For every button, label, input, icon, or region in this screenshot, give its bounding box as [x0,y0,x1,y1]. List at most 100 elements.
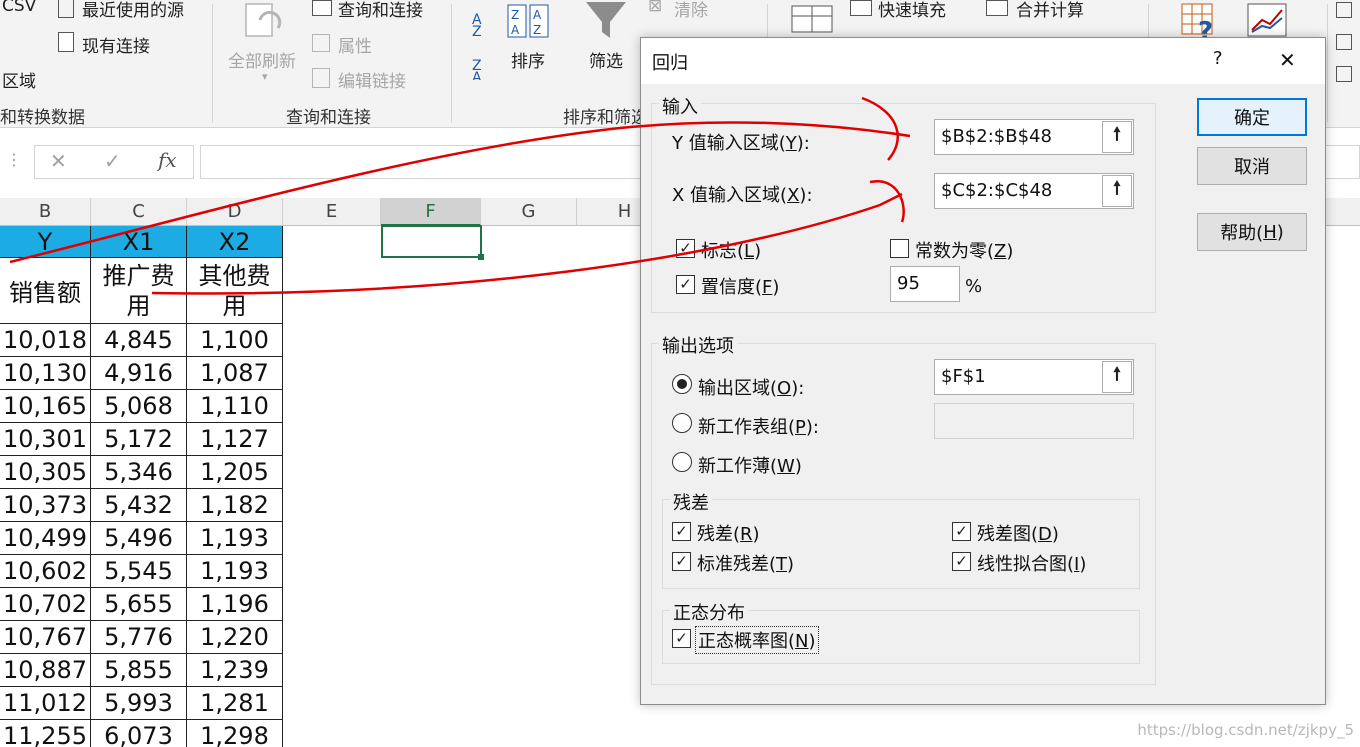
group-label-queries: 查询和连接 [286,108,371,128]
dialog-titlebar[interactable]: 回归 ? ✕ [641,38,1325,84]
what-if-analysis-icon[interactable]: ? [1180,2,1224,42]
column-header-g[interactable]: G [481,198,577,226]
queries-connections-button[interactable]: 查询和连接 [338,0,423,21]
output-range-picker[interactable]: 🠕 [1102,361,1132,393]
other-cost-cell[interactable]: 1,193 [187,522,283,555]
header-cell-y[interactable]: Y [0,226,91,258]
column-header-e[interactable]: E [283,198,381,226]
sales-cell[interactable]: 10,767 [0,621,91,654]
residual-plots-checkbox[interactable]: ✓ [952,522,971,541]
promo-cost-cell[interactable]: 5,172 [91,423,187,456]
sales-cell[interactable]: 10,301 [0,423,91,456]
column-header-b[interactable]: B [0,198,91,226]
promo-cost-cell[interactable]: 5,346 [91,456,187,489]
output-range-radio[interactable] [672,374,692,394]
properties-button[interactable]: 属性 [338,32,372,57]
existing-connections-button[interactable]: 现有连接 [82,32,150,57]
edit-links-button[interactable]: 编辑链接 [338,67,406,92]
confidence-checkbox[interactable]: ✓ [676,275,695,294]
other-cost-cell[interactable]: 1,196 [187,588,283,621]
new-workbook-radio[interactable] [672,452,692,472]
confirm-entry-button[interactable]: ✓ [104,149,121,173]
header-cell-x2[interactable]: X2 [187,226,283,258]
fill-handle[interactable] [478,254,484,260]
ribbon-separator [451,4,452,122]
sales-cell[interactable]: 10,305 [0,456,91,489]
confidence-input[interactable]: 95 [890,266,960,302]
sort-button[interactable]: 排序 [511,47,545,72]
ok-button[interactable]: 确定 [1197,98,1307,136]
flash-fill-button[interactable]: 快速填充 [878,0,946,21]
refresh-all-button[interactable]: 全部刷新 [228,47,296,72]
labels-checkbox[interactable]: ✓ [676,239,695,258]
promo-cost-cell[interactable]: 6,073 [91,720,187,747]
promo-cost-cell[interactable]: 5,776 [91,621,187,654]
other-cost-cell[interactable]: 1,281 [187,687,283,720]
sales-cell[interactable]: 10,602 [0,555,91,588]
promo-cost-cell[interactable]: 5,655 [91,588,187,621]
active-cell-f2[interactable] [381,225,482,258]
sales-cell[interactable]: 10,130 [0,357,91,390]
sales-cell[interactable]: 10,887 [0,654,91,687]
group-icon[interactable] [1336,2,1352,18]
from-range-button[interactable]: 区域 [2,67,36,92]
other-cost-cell[interactable]: 1,205 [187,456,283,489]
promo-cost-cell[interactable]: 5,496 [91,522,187,555]
help-icon[interactable]: ? [1213,48,1223,69]
sort-az-icon[interactable]: A Z Z A [470,4,494,80]
other-cost-cell[interactable]: 1,110 [187,390,283,423]
recent-sources-icon [58,0,74,18]
help-button[interactable]: 帮助(H) [1197,213,1307,251]
insert-function-button[interactable]: fx [158,148,177,172]
other-cost-cell[interactable]: 1,087 [187,357,283,390]
close-icon[interactable]: ✕ [1279,48,1296,72]
promo-cost-cell[interactable]: 5,855 [91,654,187,687]
other-cost-cell[interactable]: 1,220 [187,621,283,654]
sales-cell[interactable]: 11,012 [0,687,91,720]
residuals-checkbox[interactable]: ✓ [672,522,691,541]
standardized-residuals-checkbox[interactable]: ✓ [672,552,691,571]
ungroup-icon[interactable] [1336,34,1352,50]
promo-cost-cell[interactable]: 5,545 [91,555,187,588]
normal-probability-checkbox[interactable]: ✓ [672,629,691,648]
other-cost-cell[interactable]: 1,100 [187,324,283,357]
consolidate-button[interactable]: 合并计算 [1016,0,1084,21]
new-sheet-radio[interactable] [672,413,692,433]
csv-button[interactable]: CSV [2,0,36,16]
other-cost-cell[interactable]: 1,127 [187,423,283,456]
x-range-picker[interactable]: 🠕 [1102,175,1132,207]
promo-cost-cell[interactable]: 4,916 [91,357,187,390]
line-fit-plots-checkbox[interactable]: ✓ [952,552,971,571]
new-sheet-input[interactable] [934,403,1134,439]
sales-cell[interactable]: 11,255 [0,720,91,747]
subtotal-icon[interactable] [1336,66,1352,82]
sales-cell[interactable]: 10,373 [0,489,91,522]
constant-zero-checkbox[interactable] [890,239,909,258]
sales-cell[interactable]: 10,702 [0,588,91,621]
header-cell-x1[interactable]: X1 [91,226,187,258]
filter-button[interactable]: 筛选 [589,47,623,72]
recent-sources-button[interactable]: 最近使用的源 [82,0,184,21]
other-cost-cell[interactable]: 1,298 [187,720,283,747]
y-range-picker[interactable]: 🠕 [1102,121,1132,153]
other-cost-cell[interactable]: 1,182 [187,489,283,522]
clear-button[interactable]: 清除 [674,0,708,21]
sales-cell[interactable]: 10,499 [0,522,91,555]
column-header-f[interactable]: F [381,198,481,226]
cancel-button[interactable]: 取消 [1197,147,1307,185]
sales-cell[interactable]: 10,018 [0,324,91,357]
cancel-entry-button[interactable]: ✕ [50,149,67,173]
other-cost-cell[interactable]: 1,239 [187,654,283,687]
promo-cost-cell[interactable]: 5,432 [91,489,187,522]
label-cell-other-cost[interactable]: 其他费 用 [187,258,283,324]
forecast-sheet-icon[interactable] [1246,0,1290,40]
sales-cell[interactable]: 10,165 [0,390,91,423]
column-header-d[interactable]: D [187,198,283,226]
promo-cost-cell[interactable]: 5,993 [91,687,187,720]
other-cost-cell[interactable]: 1,193 [187,555,283,588]
promo-cost-cell[interactable]: 5,068 [91,390,187,423]
column-header-c[interactable]: C [91,198,187,226]
label-cell-sales[interactable]: 销售额 [0,258,91,324]
label-cell-promo-cost[interactable]: 推广费 用 [91,258,187,324]
promo-cost-cell[interactable]: 4,845 [91,324,187,357]
